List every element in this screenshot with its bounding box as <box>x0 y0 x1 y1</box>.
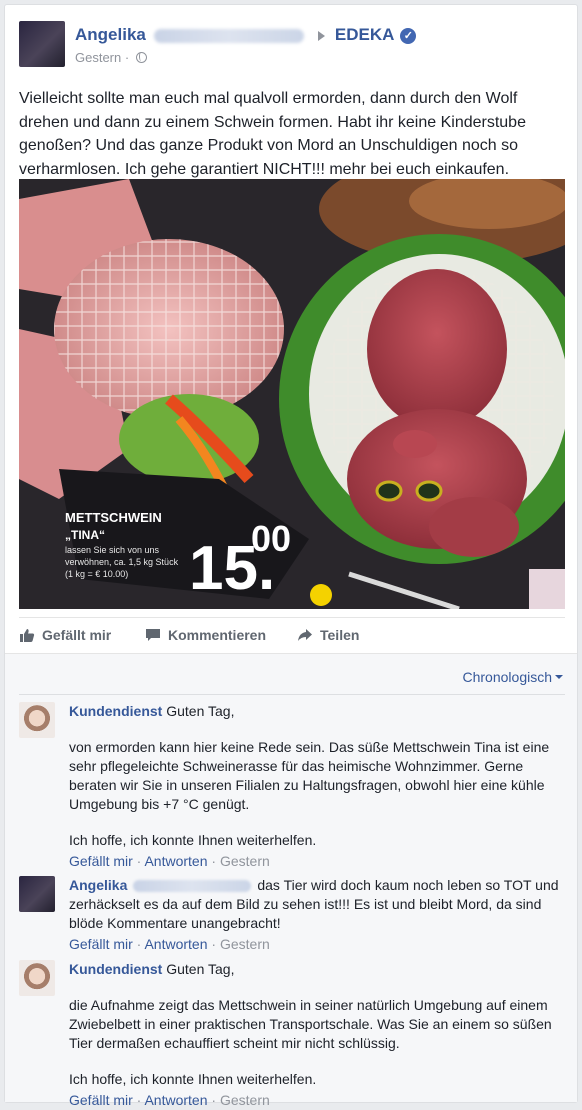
price-cents: 00 <box>251 518 291 559</box>
share-arrow-icon <box>298 629 312 641</box>
author-name[interactable]: Angelika <box>75 25 146 44</box>
thumbs-up-icon <box>20 629 35 642</box>
product-desc-2: verwöhnen, ca. 1,5 kg Stück <box>65 557 179 567</box>
comment-footer: Gefällt mir · Antworten · Gestern <box>69 936 270 952</box>
comment-body: Kundendienst Guten Tag, von ermorden kan… <box>69 702 564 871</box>
comment-reply-link[interactable]: Antworten <box>144 1092 207 1108</box>
comment-time[interactable]: Gestern <box>220 1092 270 1108</box>
comment-reply-link[interactable]: Antworten <box>144 853 207 869</box>
comment-like-link[interactable]: Gefällt mir <box>69 853 133 869</box>
post-meta: Gestern · <box>75 50 147 65</box>
comment-icon <box>146 629 160 641</box>
post-photo[interactable]: METTSCHWEIN „TINA“ lassen Sie sich von u… <box>19 179 565 609</box>
commenter-name[interactable]: Kundendienst <box>69 703 162 719</box>
product-name: METTSCHWEIN <box>65 510 162 525</box>
commenter-name[interactable]: Kundendienst <box>69 961 162 977</box>
comment-paragraph: die Aufnahme zeigt das Mettschwein in se… <box>69 997 552 1051</box>
commenter-avatar[interactable] <box>19 702 55 738</box>
globe-icon[interactable] <box>135 52 147 63</box>
product-desc-3: (1 kg = € 10.00) <box>65 569 128 579</box>
comment-body: Angelika das Tier wird doch kaum noch leb… <box>69 876 564 954</box>
post-actions-bar: Gefällt mir Kommentieren Teilen <box>19 617 565 655</box>
product-desc-1: lassen Sie sich von uns <box>65 545 160 555</box>
arrow-right-icon <box>317 30 325 41</box>
post-author-line: Angelika EDEKA ✓ <box>75 25 417 45</box>
comment-first-line: Kundendienst Guten Tag, <box>69 961 235 977</box>
comment-footer: Gefällt mir · Antworten · Gestern <box>69 1092 270 1108</box>
post-header: Angelika EDEKA ✓ Gestern · <box>19 19 559 69</box>
comment-like-link[interactable]: Gefällt mir <box>69 1092 133 1108</box>
product-subname: „TINA“ <box>65 528 105 542</box>
blurred-surname <box>153 28 304 43</box>
like-button[interactable]: Gefällt mir <box>19 627 111 643</box>
comments-section: Chronologisch Kundendienst Guten Tag, vo… <box>5 653 577 1108</box>
post-text: Vielleicht sollte man euch mal qualvoll … <box>19 90 526 178</box>
comment-time[interactable]: Gestern <box>220 936 270 952</box>
comment-paragraph: Ich hoffe, ich konnte Ihnen weiterhelfen… <box>69 1071 317 1087</box>
photo-illustration: METTSCHWEIN „TINA“ lassen Sie sich von u… <box>19 179 565 609</box>
comment-reply-link[interactable]: Antworten <box>144 936 207 952</box>
comment-footer: Gefällt mir · Antworten · Gestern <box>69 853 270 869</box>
blurred-surname <box>133 880 252 893</box>
comment-body: Kundendienst Guten Tag, die Aufnahme zei… <box>69 960 564 1110</box>
caret-down-icon <box>555 675 563 679</box>
commenter-avatar[interactable] <box>19 876 55 912</box>
divider <box>19 694 565 695</box>
post-time[interactable]: Gestern <box>75 50 121 65</box>
verified-check-icon: ✓ <box>400 28 417 44</box>
commenter-avatar[interactable] <box>19 960 55 996</box>
comment-sort-dropdown[interactable]: Chronologisch <box>463 669 563 685</box>
page-name[interactable]: EDEKA <box>335 25 395 44</box>
comment-time[interactable]: Gestern <box>220 853 270 869</box>
comment-first-line: Kundendienst Guten Tag, <box>69 703 235 719</box>
comment-like-link[interactable]: Gefällt mir <box>69 936 133 952</box>
author-avatar[interactable] <box>19 21 65 67</box>
comment-text: Angelika das Tier wird doch kaum noch leb… <box>69 877 559 931</box>
comment-paragraph: Ich hoffe, ich konnte Ihnen weiterhelfen… <box>69 832 317 848</box>
share-button[interactable]: Teilen <box>297 627 359 643</box>
post-card: Angelika EDEKA ✓ Gestern · Vielleicht soll… <box>4 4 578 1108</box>
comment-button[interactable]: Kommentieren <box>145 627 266 643</box>
commenter-name[interactable]: Angelika <box>69 877 127 893</box>
comment-paragraph: von ermorden kann hier keine Rede sein. … <box>69 739 550 812</box>
